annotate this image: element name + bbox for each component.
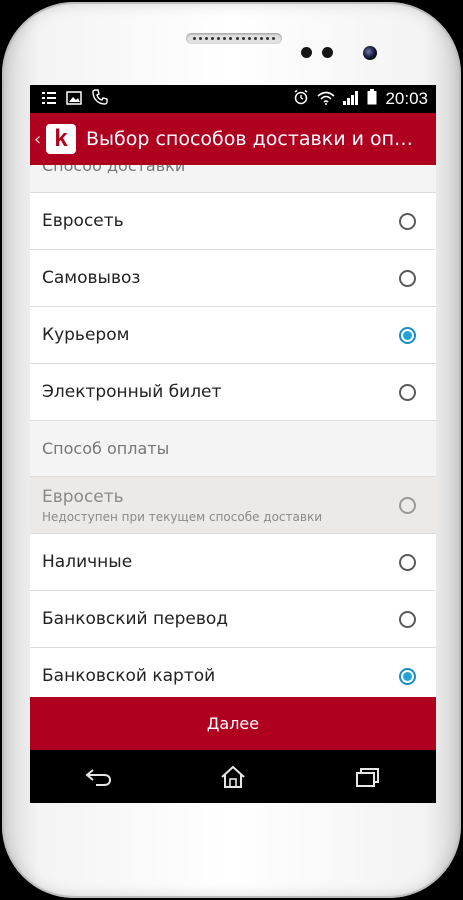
payment-option-evroset: Евросеть Недоступен при текущем способе … [30,477,436,534]
options-list: Способ доставки Евросеть Самовывоз Курье… [30,165,436,697]
radio-button-disabled [399,496,416,514]
payment-section-header: Способ оплаты [30,421,436,477]
proximity-sensor [301,47,312,58]
next-button-label: Далее [206,714,260,733]
navigation-bar [30,750,436,803]
payment-section-title: Способ оплаты [42,439,170,458]
earpiece-speaker [186,33,282,44]
logo-letter: k [54,125,68,152]
radio-button[interactable] [399,269,416,287]
option-label: Евросеть [42,211,124,231]
screen: 20:03 ‹ k Выбор способов доставки и опла… [30,85,436,803]
option-label: Самовывоз [42,268,141,288]
radio-button[interactable] [399,383,416,401]
option-label: Евросеть [42,486,124,507]
status-time: 20:03 [385,89,428,108]
radio-button[interactable] [399,553,416,571]
front-camera [363,46,377,60]
radio-button-checked[interactable] [399,667,416,685]
light-sensor [322,47,333,58]
page-title: Выбор способов доставки и оплаты [86,128,422,150]
home-icon[interactable] [203,757,263,797]
alarm-icon [293,89,309,109]
delivery-option-pickup[interactable]: Самовывоз [30,250,436,307]
option-label: Наличные [42,552,133,572]
image-icon [66,90,82,109]
radio-button[interactable] [399,610,416,628]
option-label: Банковский перевод [42,609,228,629]
option-sublabel: Недоступен при текущем способе доставки [42,509,322,524]
radio-button[interactable] [399,212,416,230]
signal-icon [343,90,359,109]
delivery-option-eticket[interactable]: Электронный билет [30,364,436,421]
chevron-left-icon[interactable]: ‹ [34,129,44,150]
status-bar: 20:03 [30,85,436,113]
notification-list-icon [42,90,56,109]
delivery-section-header: Способ доставки [30,165,436,193]
option-label: Банковской картой [42,666,216,686]
phone-call-icon [92,89,108,109]
recent-apps-icon[interactable] [338,757,398,797]
radio-button-checked[interactable] [399,326,416,344]
delivery-option-courier[interactable]: Курьером [30,307,436,364]
delivery-section-title: Способ доставки [42,165,186,175]
option-label: Электронный билет [42,382,222,402]
payment-option-cash[interactable]: Наличные [30,534,436,591]
battery-icon [367,89,377,109]
action-bar: ‹ k Выбор способов доставки и оплаты [30,113,436,165]
wifi-icon [317,90,335,109]
phone-frame: 20:03 ‹ k Выбор способов доставки и опла… [2,2,461,898]
next-button[interactable]: Далее [30,697,436,750]
payment-option-card[interactable]: Банковской картой [30,648,436,697]
delivery-option-evroset[interactable]: Евросеть [30,193,436,250]
option-label: Курьером [42,325,130,345]
app-logo[interactable]: k [46,124,76,154]
payment-option-bank-transfer[interactable]: Банковский перевод [30,591,436,648]
back-arrow-icon[interactable] [68,757,128,797]
